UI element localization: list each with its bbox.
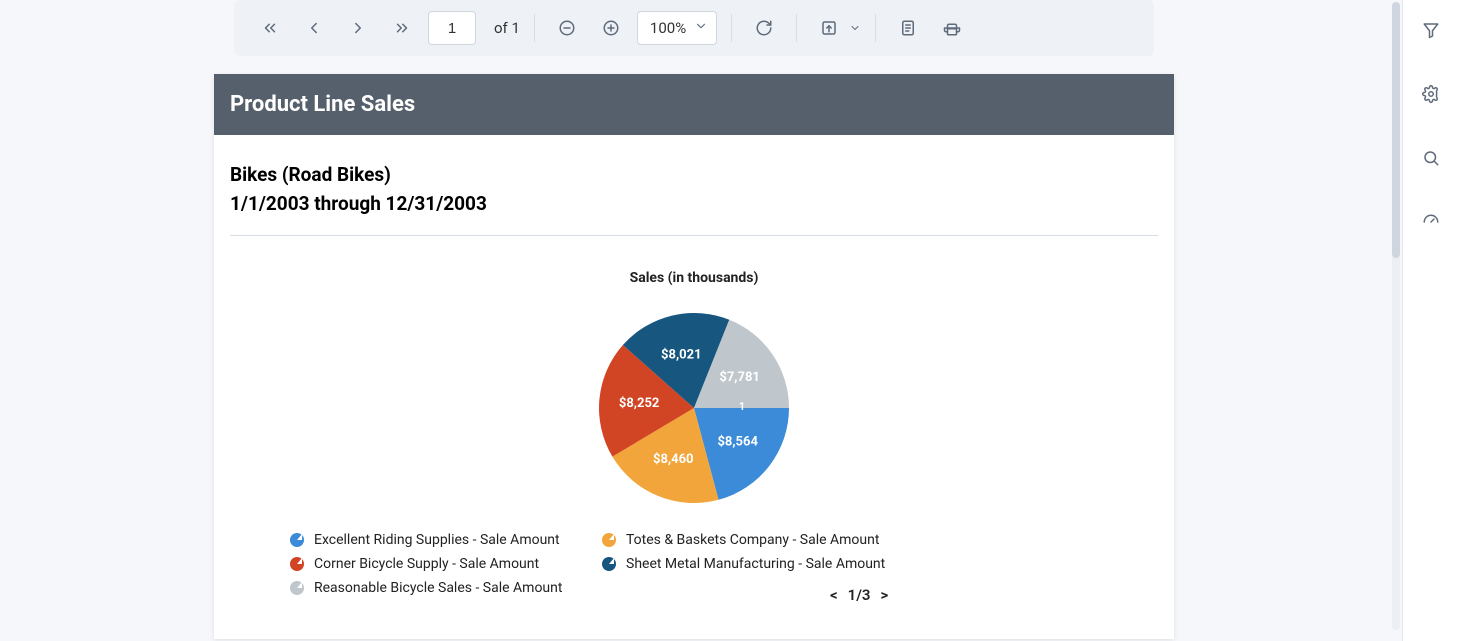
divider <box>230 235 1158 236</box>
refresh-button[interactable] <box>746 10 782 46</box>
vertical-scrollbar[interactable] <box>1388 0 1402 641</box>
pie-slice-label: $8,564 <box>717 435 758 450</box>
legend-item[interactable]: Corner Bicycle Supply - Sale Amount <box>290 556 602 572</box>
legend-swatch-icon <box>602 533 616 547</box>
legend-swatch-icon <box>290 533 304 547</box>
legend-swatch-icon <box>290 557 304 571</box>
filter-icon[interactable] <box>1413 12 1449 48</box>
legend-swatch-icon <box>290 581 304 595</box>
chevron-down-icon <box>694 19 708 37</box>
gear-icon[interactable] <box>1413 76 1449 112</box>
pie-slice-label: $7,781 <box>719 370 760 385</box>
chart-legend: Excellent Riding Supplies - Sale Amount T… <box>230 532 1158 596</box>
legend-label: Corner Bicycle Supply - Sale Amount <box>314 556 539 572</box>
export-button[interactable] <box>811 10 847 46</box>
pie-chart: $8,564 $8,460 $8,252 $8,021 $7,781 1 <box>230 308 1158 508</box>
chart-next-button[interactable]: > <box>881 586 889 604</box>
report-subtitle-daterange: 1/1/2003 through 12/31/2003 <box>230 192 1158 215</box>
legend-item[interactable]: Reasonable Bicycle Sales - Sale Amount <box>290 580 602 596</box>
page-total-label: of 1 <box>494 19 520 37</box>
legend-item[interactable]: Excellent Riding Supplies - Sale Amount <box>290 532 602 548</box>
chart-center-annotation: 1 <box>739 400 745 413</box>
report-page: Product Line Sales Bikes (Road Bikes) 1/… <box>214 74 1174 639</box>
legend-item[interactable]: Sheet Metal Manufacturing - Sale Amount <box>602 556 914 572</box>
report-subtitle-product: Bikes (Road Bikes) <box>230 163 1158 186</box>
legend-label: Totes & Baskets Company - Sale Amount <box>626 532 879 548</box>
toolbar-divider <box>534 14 535 42</box>
zoom-in-button[interactable] <box>593 10 629 46</box>
zoom-level-select[interactable]: 100% <box>637 11 717 45</box>
last-page-button[interactable] <box>384 10 420 46</box>
report-viewer-main: of 1 100% <box>0 0 1388 641</box>
legend-label: Reasonable Bicycle Sales - Sale Amount <box>314 580 562 596</box>
legend-swatch-icon <box>602 557 616 571</box>
pie-slice-label: $8,252 <box>619 396 660 411</box>
chart-prev-button[interactable]: < <box>830 586 838 604</box>
legend-label: Excellent Riding Supplies - Sale Amount <box>314 532 560 548</box>
page-number-input[interactable] <box>428 11 476 45</box>
print-button[interactable] <box>934 10 970 46</box>
report-title: Product Line Sales <box>214 74 1174 135</box>
prev-page-button[interactable] <box>296 10 332 46</box>
zoom-level-value: 100% <box>650 19 686 37</box>
report-body: Bikes (Road Bikes) 1/1/2003 through 12/3… <box>214 135 1174 624</box>
legend-item[interactable]: Totes & Baskets Company - Sale Amount <box>602 532 914 548</box>
gauge-icon[interactable] <box>1413 204 1449 240</box>
chart-page-indicator: 1/3 <box>848 586 871 604</box>
chart-pagination: < 1/3 > <box>830 586 888 604</box>
first-page-button[interactable] <box>252 10 288 46</box>
zoom-out-button[interactable] <box>549 10 585 46</box>
pie-slice-label: $8,460 <box>653 452 694 467</box>
page-setup-button[interactable] <box>890 10 926 46</box>
chevron-down-icon <box>849 19 861 38</box>
viewer-toolbar: of 1 100% <box>234 0 1154 56</box>
right-side-rail <box>1402 0 1458 641</box>
pie-chart-svg: $8,564 $8,460 $8,252 $8,021 $7,781 1 <box>594 308 794 508</box>
legend-label: Sheet Metal Manufacturing - Sale Amount <box>626 556 885 572</box>
search-icon[interactable] <box>1413 140 1449 176</box>
toolbar-divider <box>875 14 876 42</box>
chart-title: Sales (in thousands) <box>230 270 1158 286</box>
pie-slice-label: $8,021 <box>661 347 702 362</box>
next-page-button[interactable] <box>340 10 376 46</box>
toolbar-divider <box>796 14 797 42</box>
toolbar-divider <box>731 14 732 42</box>
